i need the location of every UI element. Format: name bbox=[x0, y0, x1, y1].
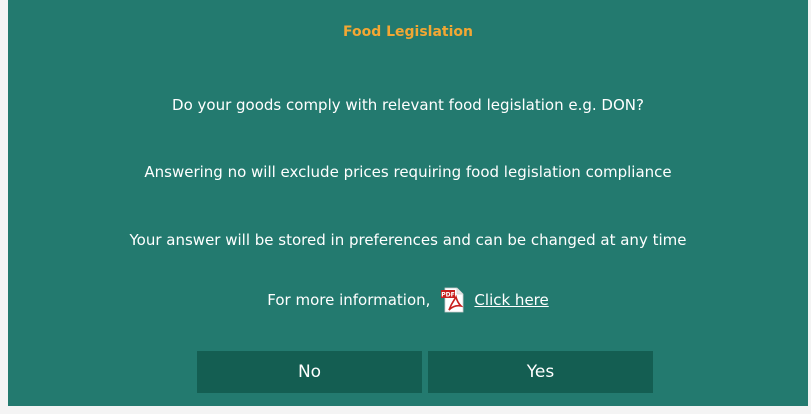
svg-text:PDF: PDF bbox=[442, 292, 455, 299]
dialog-title: Food Legislation bbox=[342, 24, 474, 40]
click-here-link[interactable]: Click here bbox=[474, 291, 548, 309]
more-info-label: For more information, bbox=[267, 291, 431, 309]
pdf-icon[interactable]: PDF bbox=[438, 285, 468, 315]
more-info-row: For more information, PDF Click here bbox=[8, 285, 808, 315]
yes-button-label: Yes bbox=[526, 362, 555, 382]
yes-button[interactable]: Yes bbox=[428, 351, 653, 393]
preferences-note: Your answer will be stored in preference… bbox=[129, 231, 687, 249]
no-button[interactable]: No bbox=[197, 351, 422, 393]
no-button-label: No bbox=[297, 362, 322, 382]
exclusion-note: Answering no will exclude prices requiri… bbox=[144, 163, 672, 181]
food-legislation-dialog: Food Legislation Do your goods comply wi… bbox=[8, 0, 808, 406]
compliance-question: Do your goods comply with relevant food … bbox=[172, 96, 644, 114]
page-background: Food Legislation Do your goods comply wi… bbox=[0, 0, 811, 414]
